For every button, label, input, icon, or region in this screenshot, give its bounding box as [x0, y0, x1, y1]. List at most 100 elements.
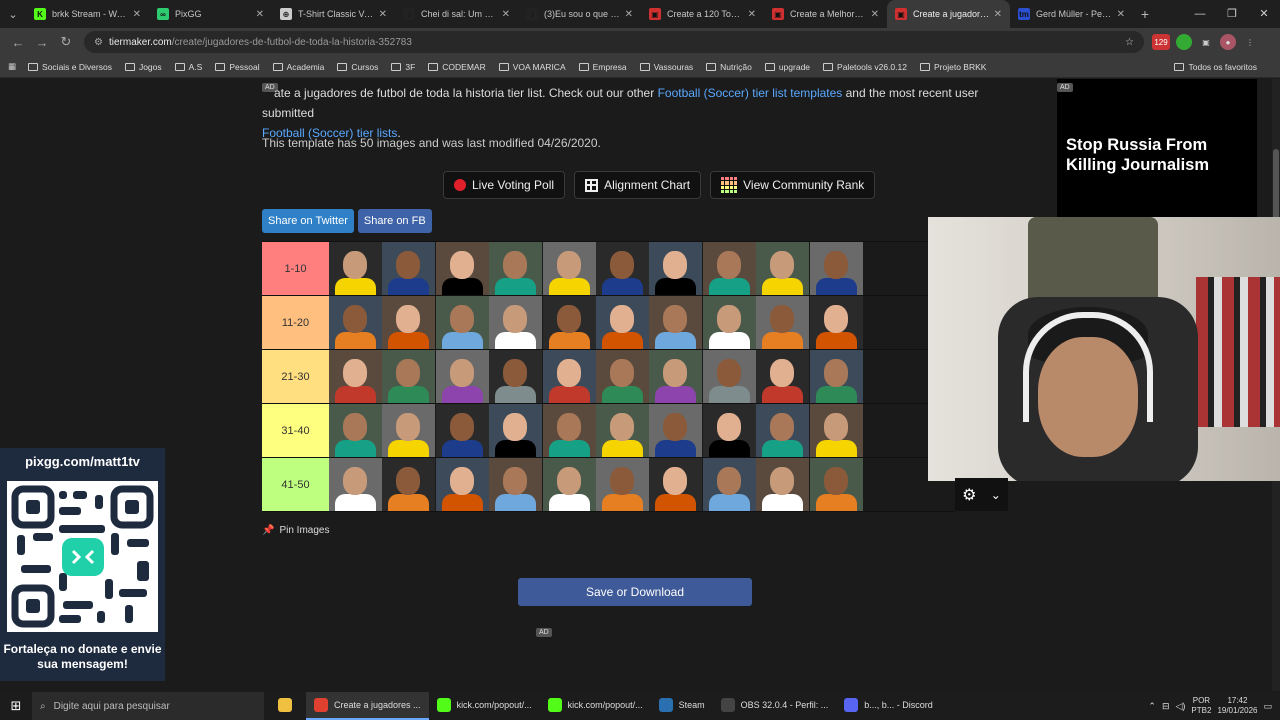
tray-chevron-icon[interactable]: ⌃ — [1148, 701, 1156, 712]
tier-label[interactable]: 11-20 — [262, 296, 329, 349]
player-image[interactable] — [542, 242, 596, 295]
close-tab-icon[interactable]: ✕ — [871, 9, 879, 20]
browser-tab[interactable]: ♪ (3)Eu sou o que desm ✕ — [518, 0, 641, 28]
bookmark-folder[interactable]: Paletools v26.0.12 — [823, 62, 907, 72]
player-image[interactable] — [649, 458, 703, 511]
player-image[interactable] — [542, 350, 596, 403]
bookmark-folder[interactable]: A.S — [174, 62, 202, 72]
close-tab-icon[interactable]: ✕ — [256, 9, 264, 20]
tab-search-button[interactable]: ⌄ — [0, 0, 26, 28]
tier-label[interactable]: 21-30 — [262, 350, 329, 403]
player-image[interactable] — [756, 404, 810, 457]
browser-tab[interactable]: ⊕ T-Shirt Classic Vectra ✕ — [272, 0, 395, 28]
player-image[interactable] — [756, 350, 810, 403]
bookmark-folder[interactable]: Pessoal — [215, 62, 260, 72]
player-image[interactable] — [489, 242, 543, 295]
browser-tab[interactable]: Kbrkk Stream - Watch ✕ — [26, 0, 149, 28]
profile-avatar[interactable]: ● — [1220, 34, 1236, 50]
close-tab-icon[interactable]: ✕ — [748, 9, 756, 20]
close-tab-icon[interactable]: ✕ — [133, 9, 141, 20]
restore-button[interactable]: ❐ — [1216, 0, 1248, 28]
player-image[interactable] — [489, 350, 543, 403]
alignment-chart-button[interactable]: Alignment Chart — [574, 171, 702, 199]
player-image[interactable] — [382, 350, 436, 403]
browser-tab[interactable]: tm Gerd Müller - Perfil d ✕ — [1010, 0, 1133, 28]
extensions-puzzle-icon[interactable]: ▣ — [1198, 34, 1214, 50]
share-fb-button[interactable]: Share on FB — [357, 209, 432, 233]
minimize-button[interactable]: — — [1184, 0, 1216, 28]
player-image[interactable] — [649, 350, 703, 403]
volume-icon[interactable]: ◁) — [1176, 701, 1186, 712]
taskbar-app[interactable]: Steam — [651, 692, 713, 720]
player-image[interactable] — [809, 350, 863, 403]
taskbar-app[interactable] — [270, 692, 306, 720]
extension-badge-icon[interactable]: 129 — [1152, 34, 1170, 50]
browser-tab[interactable]: ▣ Create a jugadores de ✕ — [887, 0, 1010, 28]
player-image[interactable] — [595, 350, 649, 403]
browser-tab[interactable]: ∞ PixGG ✕ — [149, 0, 272, 28]
player-image[interactable] — [382, 242, 436, 295]
close-tab-icon[interactable]: ✕ — [502, 9, 510, 20]
player-image[interactable] — [595, 458, 649, 511]
player-image[interactable] — [756, 458, 810, 511]
extension-green-icon[interactable] — [1176, 34, 1192, 50]
browser-tab[interactable]: ▣ Create a 120 Top One ✕ — [641, 0, 764, 28]
close-tab-icon[interactable]: ✕ — [1117, 9, 1125, 20]
network-icon[interactable]: ⊟ — [1162, 701, 1170, 712]
player-image[interactable] — [435, 296, 489, 349]
chevron-down-icon[interactable]: ⌄ — [991, 488, 1001, 502]
taskbar-app[interactable]: kick.com/popout/... — [540, 692, 651, 720]
soccer-templates-link[interactable]: Football (Soccer) tier list templates — [658, 86, 843, 100]
language-indicator[interactable]: POR PTB2 — [1191, 696, 1211, 716]
back-button[interactable]: ← — [6, 35, 30, 50]
tier-label[interactable]: 31-40 — [262, 404, 329, 457]
player-image[interactable] — [649, 404, 703, 457]
close-tab-icon[interactable]: ✕ — [379, 9, 387, 20]
player-image[interactable] — [382, 404, 436, 457]
player-image[interactable] — [756, 242, 810, 295]
taskbar-app[interactable]: b..., b... - Discord — [836, 692, 941, 720]
all-bookmarks-folder[interactable]: Todos os favoritos — [1174, 56, 1257, 78]
bookmark-folder[interactable]: Cursos — [337, 62, 378, 72]
player-image[interactable] — [649, 242, 703, 295]
player-image[interactable] — [702, 242, 756, 295]
share-twitter-button[interactable]: Share on Twitter — [262, 209, 354, 233]
player-image[interactable] — [809, 296, 863, 349]
player-image[interactable] — [756, 296, 810, 349]
gear-icon[interactable]: ⚙ — [962, 485, 976, 505]
windows-start-icon[interactable]: ⊞ — [0, 698, 32, 714]
tier-label[interactable]: 1-10 — [262, 242, 329, 295]
community-rank-button[interactable]: View Community Rank — [710, 171, 876, 199]
player-image[interactable] — [809, 242, 863, 295]
player-image[interactable] — [702, 350, 756, 403]
menu-kebab-icon[interactable]: ⋮ — [1242, 34, 1258, 50]
player-image[interactable] — [329, 242, 382, 295]
new-tab-button[interactable]: + — [1133, 6, 1157, 22]
save-download-button[interactable]: Save or Download — [518, 578, 752, 606]
player-image[interactable] — [542, 404, 596, 457]
taskbar-app[interactable]: OBS 32.0.4 - Perfil: ... — [713, 692, 837, 720]
taskbar-app[interactable]: Create a jugadores ... — [306, 692, 429, 720]
player-image[interactable] — [435, 404, 489, 457]
clock[interactable]: 17:42 19/01/2026 — [1217, 696, 1257, 716]
bookmark-folder[interactable]: Nutrição — [706, 62, 752, 72]
player-image[interactable] — [489, 404, 543, 457]
player-image[interactable] — [595, 296, 649, 349]
notifications-icon[interactable]: ▭ — [1263, 701, 1272, 712]
close-tab-icon[interactable]: ✕ — [625, 9, 633, 20]
bookmark-folder[interactable]: CODEMAR — [428, 62, 486, 72]
player-image[interactable] — [435, 242, 489, 295]
player-image[interactable] — [702, 404, 756, 457]
player-image[interactable] — [702, 296, 756, 349]
player-image[interactable] — [329, 458, 382, 511]
player-image[interactable] — [489, 458, 543, 511]
player-image[interactable] — [489, 296, 543, 349]
player-image[interactable] — [702, 458, 756, 511]
apps-grid-icon[interactable]: ▦ — [8, 61, 16, 72]
bookmark-folder[interactable]: Projeto BRKK — [919, 62, 986, 72]
bookmark-folder[interactable]: Empresa — [578, 62, 627, 72]
bookmark-folder[interactable]: Sociais e Diversos — [28, 62, 112, 72]
bookmark-folder[interactable]: VOA MARICA — [498, 62, 566, 72]
bookmark-folder[interactable]: Jogos — [124, 62, 162, 72]
player-image[interactable] — [435, 350, 489, 403]
